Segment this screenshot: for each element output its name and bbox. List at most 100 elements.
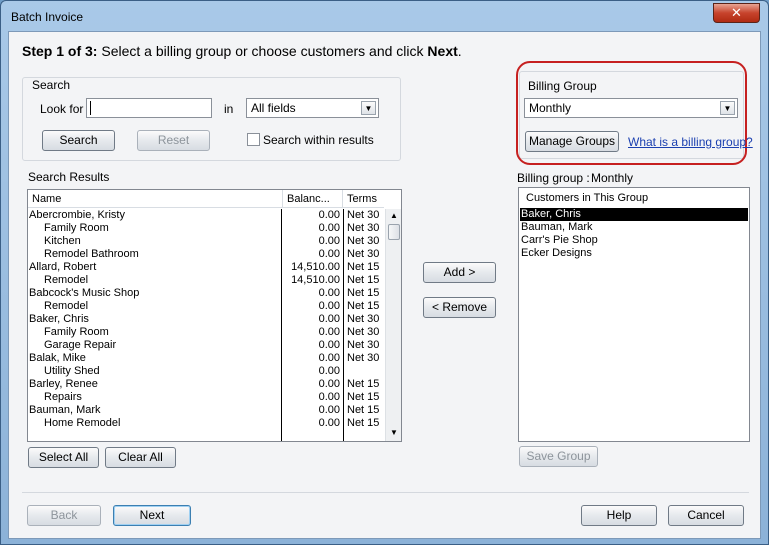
terms-cell: Net 30	[347, 248, 380, 260]
table-row[interactable]: Family Room 0.00 Net 30	[28, 222, 384, 235]
scroll-thumb[interactable]	[388, 224, 400, 240]
reset-button[interactable]: Reset	[137, 130, 210, 151]
customer-name-cell: Home Remodel	[44, 417, 121, 429]
table-row[interactable]: Remodel 0.00 Net 15	[28, 300, 384, 313]
table-row[interactable]: Family Room 0.00 Net 30	[28, 326, 384, 339]
table-row[interactable]: Baker, Chris 0.00 Net 30	[28, 313, 384, 326]
customer-name-cell: Bauman, Mark	[29, 404, 101, 416]
table-row[interactable]: Barley, Renee 0.00 Net 15	[28, 378, 384, 391]
balance-cell: 0.00	[318, 287, 340, 299]
customer-name-cell: Remodel	[44, 274, 89, 286]
customer-name-cell: Balak, Mike	[29, 352, 86, 364]
column-header-terms[interactable]: Terms	[342, 190, 384, 208]
search-within-label: Search within results	[263, 133, 374, 147]
balance-cell: 0.00	[318, 222, 340, 234]
balance-cell: 0.00	[318, 339, 340, 351]
customer-name-cell: Family Room	[44, 222, 109, 234]
terms-cell: Net 30	[347, 235, 380, 247]
group-list-header: Customers in This Group	[526, 192, 649, 204]
table-row[interactable]: Remodel 14,510.00 Net 15	[28, 274, 384, 287]
cancel-button[interactable]: Cancel	[668, 505, 744, 526]
customer-name-cell: Repairs	[44, 391, 82, 403]
balance-cell: 0.00	[318, 352, 340, 364]
list-item[interactable]: Baker, Chris	[520, 208, 748, 221]
back-button[interactable]: Back	[27, 505, 101, 526]
column-header-balance[interactable]: Balanc...	[282, 190, 342, 208]
next-button[interactable]: Next	[113, 505, 191, 526]
footer-divider	[22, 492, 749, 493]
step-heading: Step 1 of 3: Select a billing group or c…	[22, 43, 462, 59]
add-button[interactable]: Add >	[423, 262, 496, 283]
remove-button[interactable]: < Remove	[423, 297, 496, 318]
balance-cell: 0.00	[318, 404, 340, 416]
save-group-button[interactable]: Save Group	[519, 446, 598, 467]
group-customers-list[interactable]: Customers in This Group Baker, Chris Baum…	[518, 187, 750, 442]
billing-group-value: Monthly	[529, 101, 572, 115]
column-header-name[interactable]: Name	[28, 190, 282, 208]
table-row[interactable]: Remodel Bathroom 0.00 Net 30	[28, 248, 384, 261]
what-is-billing-group-link[interactable]: What is a billing group?	[628, 135, 753, 149]
balance-cell: 0.00	[318, 417, 340, 429]
step-suffix: .	[457, 43, 462, 59]
terms-cell: Net 30	[347, 222, 380, 234]
billing-group-current-value: Monthly	[591, 171, 634, 185]
terms-cell: Net 30	[347, 313, 380, 325]
in-label: in	[224, 102, 234, 116]
close-button[interactable]: ✕	[713, 3, 760, 23]
table-row[interactable]: Bauman, Mark 0.00 Net 15	[28, 404, 384, 417]
list-item[interactable]: Ecker Designs	[520, 247, 748, 260]
balance-cell: 0.00	[318, 248, 340, 260]
terms-cell: Net 15	[347, 378, 380, 390]
balance-cell: 14,510.00	[291, 274, 340, 286]
look-for-input[interactable]	[86, 98, 212, 118]
manage-groups-button[interactable]: Manage Groups	[525, 131, 619, 152]
step-prefix: Step 1 of 3:	[22, 43, 98, 59]
window-title: Batch Invoice	[11, 10, 84, 24]
search-within-checkbox[interactable]	[247, 133, 260, 146]
select-all-button[interactable]: Select All	[28, 447, 99, 468]
customer-name-cell: Remodel Bathroom	[44, 248, 139, 260]
customer-name-cell: Barley, Renee	[29, 378, 98, 390]
table-row[interactable]: Home Remodel 0.00 Net 15	[28, 417, 384, 430]
table-row[interactable]: Utility Shed 0.00	[28, 365, 384, 378]
table-row[interactable]: Abercrombie, Kristy 0.00 Net 30	[28, 209, 384, 222]
billing-group-select[interactable]: Monthly ▼	[524, 98, 738, 118]
search-field-value: All fields	[251, 101, 296, 115]
help-button[interactable]: Help	[581, 505, 657, 526]
terms-cell: Net 15	[347, 391, 380, 403]
terms-cell: Net 30	[347, 326, 380, 338]
search-field-select[interactable]: All fields ▼	[246, 98, 379, 118]
table-row[interactable]: Allard, Robert 14,510.00 Net 15	[28, 261, 384, 274]
scroll-down-arrow-icon[interactable]: ▼	[390, 428, 398, 437]
balance-cell: 0.00	[318, 313, 340, 325]
search-results-label: Search Results	[28, 170, 110, 184]
clear-all-button[interactable]: Clear All	[105, 447, 176, 468]
list-item[interactable]: Carr's Pie Shop	[520, 234, 748, 247]
table-row[interactable]: Balak, Mike 0.00 Net 30	[28, 352, 384, 365]
title-bar[interactable]: Batch Invoice ✕	[1, 1, 768, 31]
customer-name-cell: Garage Repair	[44, 339, 117, 351]
terms-cell: Net 15	[347, 261, 380, 273]
customer-name-cell: Babcock's Music Shop	[29, 287, 140, 299]
table-row[interactable]: Garage Repair 0.00 Net 30	[28, 339, 384, 352]
table-row[interactable]: Repairs 0.00 Net 15	[28, 391, 384, 404]
table-row[interactable]: Kitchen 0.00 Net 30	[28, 235, 384, 248]
scroll-up-arrow-icon[interactable]: ▲	[390, 211, 398, 220]
balance-cell: 0.00	[318, 391, 340, 403]
chevron-down-icon: ▼	[720, 101, 735, 115]
terms-cell: Net 30	[347, 209, 380, 221]
customer-name-cell: Baker, Chris	[29, 313, 89, 325]
search-button[interactable]: Search	[42, 130, 115, 151]
customer-name-cell: Allard, Robert	[29, 261, 97, 273]
customer-name-cell: Kitchen	[44, 235, 81, 247]
step-emphasis: Next	[427, 43, 458, 59]
table-row[interactable]: Babcock's Music Shop 0.00 Net 15	[28, 287, 384, 300]
terms-cell: Net 15	[347, 287, 380, 299]
customer-name-cell: Remodel	[44, 300, 89, 312]
list-item[interactable]: Bauman, Mark	[520, 221, 748, 234]
search-results-table[interactable]: Name Balanc... Terms Abercrombie, Kristy…	[27, 189, 402, 442]
results-scrollbar[interactable]: ▲ ▼	[385, 209, 401, 441]
balance-cell: 0.00	[318, 209, 340, 221]
terms-cell: Net 15	[347, 417, 380, 429]
search-group-label: Search	[32, 78, 71, 92]
